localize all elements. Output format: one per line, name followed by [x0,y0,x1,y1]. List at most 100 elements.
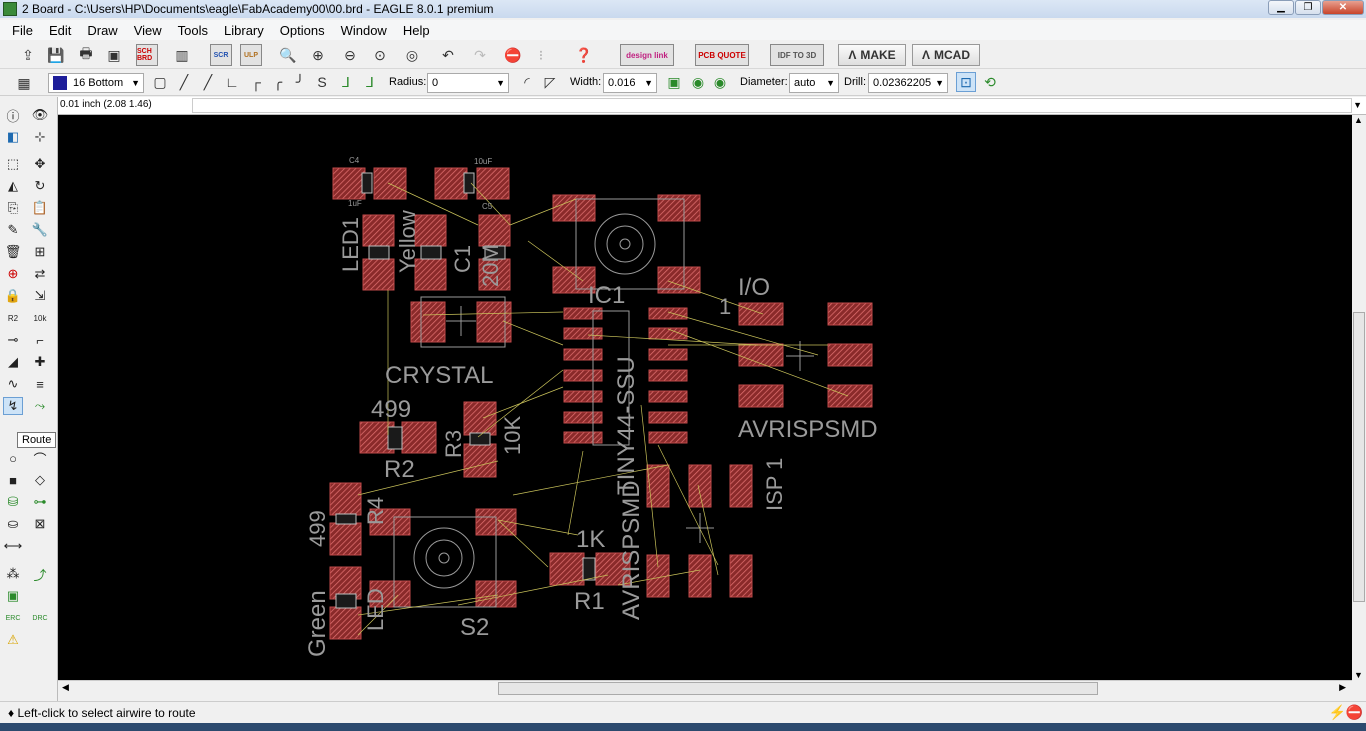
show-icon[interactable]: 👁 [30,106,50,124]
rectangle-icon[interactable]: ■ [3,471,23,489]
smd-pad[interactable] [688,554,712,598]
component-body[interactable] [335,513,357,525]
via-icon[interactable]: ⛁ [3,493,23,511]
width-select[interactable]: 0.016 ▼ [603,73,657,93]
horizontal-scroll-thumb[interactable] [498,682,1098,695]
optimize-wire-icon[interactable]: ◢ [3,353,23,371]
smd-pad[interactable] [646,464,670,508]
wire-bend-diagonal-icon[interactable]: ╱ [174,72,194,92]
via-octagon-icon[interactable]: ◉ [710,72,730,92]
open-icon[interactable]: ⇪ [18,45,38,65]
zoom-in-icon[interactable]: ⊕ [308,45,328,65]
smash-icon[interactable]: ⇲ [30,287,50,305]
smd-pad[interactable] [563,411,603,424]
smd-pad[interactable] [563,390,603,403]
help-icon[interactable]: ❓ [574,45,594,65]
value-icon[interactable]: 10k [30,309,50,327]
move-icon[interactable]: ✥ [30,155,50,173]
smd-pad[interactable] [332,167,366,200]
wire-bend-corner-icon[interactable]: ┌ [246,72,266,92]
smd-pad[interactable] [563,348,603,361]
lock-icon[interactable]: 🔒 [3,287,23,305]
route-diff-pair-icon[interactable]: ≡ [30,375,50,393]
wire-bend-arc-icon[interactable]: ╭ [268,72,288,92]
layer-settings-icon[interactable]: ◧ [3,128,23,146]
circle-icon[interactable]: ○ [3,449,23,467]
menu-tools[interactable]: Tools [170,23,216,38]
ripup-icon[interactable]: ✚ [30,353,50,371]
idf-to-3d-button[interactable]: IDF TO 3D [770,44,824,66]
smd-pad[interactable] [373,167,407,200]
smd-pad[interactable] [827,302,873,326]
follow-me-icon[interactable]: ⅃ [336,72,356,92]
wrench-icon[interactable]: 🔧 [30,221,50,239]
wire-bend-straight-icon[interactable]: ▢ [150,72,170,92]
zoom-out-icon[interactable]: ⊖ [340,45,360,65]
swap-icon[interactable]: ⇄ [30,265,50,283]
route-icon[interactable]: ↯ [3,397,23,415]
ripup-airwire-icon[interactable]: ⤴ [30,565,50,583]
stop-icon[interactable]: ⛔ [503,45,523,65]
hole-icon[interactable]: ⛀ [3,515,23,533]
board-drawing[interactable]: C4 10uF 1uF C5 LED1 Yellow C1 20M CRYSTA… [58,115,1352,680]
redraw-icon[interactable]: ◎ [402,45,422,65]
save-icon[interactable]: 💾 [46,45,66,65]
scroll-left-icon[interactable]: ◀ [62,682,69,693]
component-body[interactable] [463,172,475,194]
dimension-icon[interactable]: ⟷ [3,537,23,555]
via-round-icon[interactable]: ◉ [688,72,708,92]
scroll-right-icon[interactable]: ▶ [1339,682,1346,693]
smd-pad[interactable] [729,464,753,508]
smd-pad[interactable] [648,411,688,424]
name-icon[interactable]: R2 [3,309,23,327]
mirror-icon[interactable]: ◭ [3,177,23,195]
replace-icon[interactable]: ⊕ [3,265,23,283]
designlink-button[interactable]: design link [620,44,674,66]
smd-pad[interactable] [738,384,784,408]
menu-view[interactable]: View [126,23,170,38]
mark-icon[interactable]: ⊹ [30,128,50,146]
smd-pad[interactable] [738,302,784,326]
vertical-scroll-thumb[interactable] [1353,312,1365,602]
airwire[interactable] [502,320,564,346]
component-body[interactable] [335,593,357,609]
follow-me-full-icon[interactable]: ⅃ [360,72,380,92]
chevron-down-icon[interactable]: ▼ [1353,100,1362,110]
smd-pad[interactable] [648,348,688,361]
smd-pad[interactable] [549,552,585,586]
menu-file[interactable]: File [4,23,41,38]
menu-draw[interactable]: Draw [79,23,125,38]
meander-icon[interactable]: ∿ [3,375,23,393]
board-outline-icon[interactable]: ▣ [3,587,23,605]
smd-pad[interactable] [729,554,753,598]
horizontal-scrollbar[interactable]: ◀ ▶ [58,680,1352,696]
sch-brd-switch-button[interactable]: SCH BRD [136,44,158,66]
miter-round-icon[interactable]: ◜ [517,72,537,92]
drill-select[interactable]: 0.02362205 ▼ [868,73,948,93]
menu-window[interactable]: Window [333,23,395,38]
go-icon[interactable]: ⁝ [531,45,551,65]
smd-pad[interactable] [329,606,362,640]
group-icon[interactable]: ⬚ [3,155,23,173]
smd-pad[interactable] [827,343,873,367]
airwire[interactable] [567,450,584,536]
component-body[interactable] [420,245,442,260]
paste-icon[interactable]: 📋 [30,199,50,217]
menu-help[interactable]: Help [395,23,438,38]
component-body[interactable] [469,432,491,446]
menu-library[interactable]: Library [216,23,272,38]
component-body[interactable] [361,172,373,194]
via-square-icon[interactable]: ▣ [664,72,684,92]
miter-icon[interactable]: ⌐ [30,331,50,349]
undo-icon[interactable]: ↶ [438,45,458,65]
cam-processor-icon[interactable]: ▣ [104,45,124,65]
signal-icon[interactable]: ⊶ [30,493,50,511]
wire-bend-s-icon[interactable]: S [312,72,332,92]
menu-options[interactable]: Options [272,23,333,38]
component-body[interactable] [387,426,403,450]
component-body[interactable] [582,557,596,581]
miter-straight-icon[interactable]: ◸ [540,72,560,92]
mcad-button[interactable]: Λ MCAD [912,44,980,66]
delete-icon[interactable]: 🗑 [3,243,23,261]
optimize-icon[interactable]: ⊡ [956,72,976,92]
